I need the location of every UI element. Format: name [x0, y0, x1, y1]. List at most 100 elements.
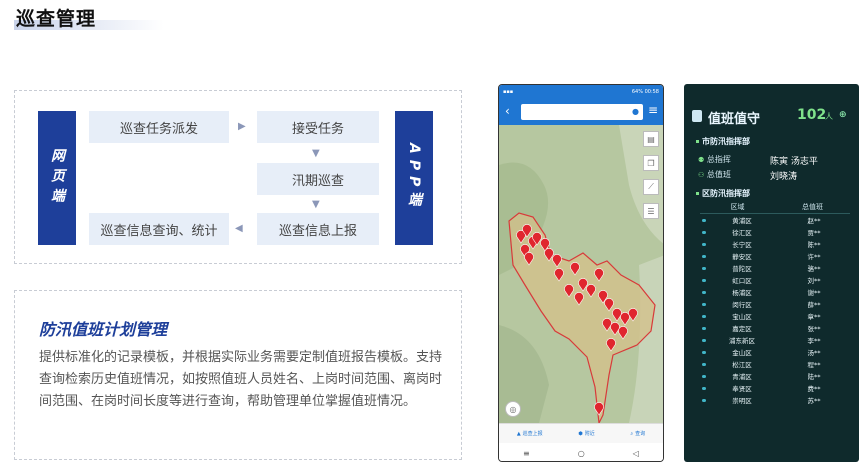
map-toolbar: ▤ ❐ ⟋ ☰: [643, 131, 659, 227]
phone-mockup: ▪▪▪ 64% 00:58 ‹ ● ≡ ▤ ❐ ⟋ ☰ ◎ ▲ 巡查上报 ⬢ 附近 …: [498, 84, 664, 462]
list-icon[interactable]: ☰: [643, 203, 659, 219]
duty-panel: 值班值守 102 人 ⊕ 市防汛指挥部 ⚉ 总指挥 陈寅 汤志平 ⚇ 总值班 刘…: [684, 84, 859, 462]
signal-icon: ▪▪▪: [503, 89, 514, 95]
copy-icon[interactable]: ❐: [643, 155, 659, 171]
duty-officer-cell: 程**: [807, 361, 821, 369]
layers-icon[interactable]: ▤: [643, 131, 659, 147]
arrow-right-icon: ▶: [238, 121, 246, 132]
leader-row: ⚉ 总指挥 陈寅 汤志平: [698, 155, 818, 167]
table-row: 徐汇区 贾**: [700, 226, 850, 238]
menu-icon[interactable]: ≡: [648, 103, 658, 117]
duty-officer-cell: 陈**: [807, 241, 821, 249]
app-bar: ‹ ● ≡: [499, 99, 663, 125]
duty-officer-cell: 赵**: [807, 217, 821, 225]
table-row: 浦东新区 李**: [700, 334, 850, 346]
arrow-down-icon: ▼: [312, 199, 320, 210]
app-side-tag: APP端: [395, 111, 433, 245]
duty-officer-cell: 刘**: [807, 277, 821, 285]
table-row: 杨浦区 谢**: [700, 286, 850, 298]
duty-table: 区域 总值班 黄浦区 赵** 徐汇区 贾** 长宁区 陈** 静安区 许** 普陀区 骆** 虹口区…: [700, 202, 850, 406]
district-cell: 黄浦区: [732, 217, 752, 225]
step-accept: 接受任务: [257, 111, 379, 143]
table-row: 普陀区 骆**: [700, 262, 850, 274]
map-view[interactable]: ▤ ❐ ⟋ ☰ ◎: [499, 125, 663, 423]
step-report: 巡查信息上报: [257, 213, 379, 245]
status-time: 00:58: [644, 89, 659, 95]
district-cell: 金山区: [732, 349, 752, 357]
tab-query[interactable]: ⌕ 查询: [630, 430, 645, 438]
system-nav-bar: ≡ ○ ◁: [499, 443, 663, 461]
workflow-diagram: 网页端 APP端 巡查任务派发 ▶ 接受任务 ▼ 汛期巡查 ▼ 巡查信息上报 ◀…: [14, 90, 462, 264]
duty-icon: [692, 110, 702, 122]
table-row: 黄浦区 赵**: [700, 214, 850, 226]
district-cell: 长宁区: [732, 241, 752, 249]
table-row: 金山区 汤**: [700, 346, 850, 358]
mic-icon[interactable]: ●: [632, 107, 639, 116]
arrow-down-icon: ▼: [312, 148, 320, 159]
duty-officer-cell: 许**: [807, 253, 821, 261]
ruler-icon[interactable]: ⟋: [643, 179, 659, 195]
district-cell: 浦东新区: [729, 337, 755, 345]
duty-officer-cell: 陆**: [807, 373, 821, 381]
warning-icon: ▲: [516, 430, 521, 437]
tab-report[interactable]: ▲ 巡查上报: [516, 430, 543, 438]
district-cell: 奉贤区: [732, 385, 752, 393]
table-header: 区域 总值班: [700, 202, 850, 214]
description-panel: 防汛值班计划管理 提供标准化的记录模板，并根据实际业务需要定制值班报告模板。支持…: [14, 290, 462, 460]
duty-officer-cell: 薛**: [807, 301, 821, 309]
step-flood-patrol: 汛期巡查: [257, 163, 379, 195]
zoom-icon[interactable]: ⊕: [839, 110, 847, 120]
table-row: 静安区 许**: [700, 250, 850, 262]
district-cell: 普陀区: [732, 265, 752, 273]
table-row: 虹口区 刘**: [700, 274, 850, 286]
table-row: 长宁区 陈**: [700, 238, 850, 250]
district-cell: 徐汇区: [732, 229, 752, 237]
bottom-tab-bar: ▲ 巡查上报 ⬢ 附近 ⌕ 查询: [499, 423, 663, 443]
duty-officer-cell: 费**: [807, 385, 821, 393]
duty-officer-cell: 李**: [807, 337, 821, 345]
map-canvas: [499, 125, 663, 423]
district-cell: 闵行区: [732, 301, 752, 309]
nav-back-icon[interactable]: ◁: [633, 449, 639, 458]
district-section-title: 区防汛指挥部: [696, 188, 750, 199]
description-title: 防汛值班计划管理: [39, 320, 168, 339]
table-row: 青浦区 陆**: [700, 370, 850, 382]
duty-count-unit: 人: [825, 112, 833, 121]
nav-menu-icon[interactable]: ≡: [523, 449, 530, 458]
table-row: 松江区 程**: [700, 358, 850, 370]
district-cell: 虹口区: [732, 277, 752, 285]
tab-nearby[interactable]: ⬢ 附近: [578, 430, 594, 438]
district-cell: 松江区: [732, 361, 752, 369]
city-section-title: 市防汛指挥部: [696, 136, 750, 147]
duty-officer-cell: 张**: [807, 325, 821, 333]
duty-header: 值班值守 102 人 ⊕: [684, 106, 859, 128]
people-icon: ⚉: [698, 156, 705, 164]
battery-level: 64%: [631, 89, 643, 95]
district-cell: 青浦区: [732, 373, 752, 381]
web-side-tag: 网页端: [38, 111, 76, 245]
page-title: 巡查管理: [16, 8, 97, 30]
district-cell: 宝山区: [732, 313, 752, 321]
back-arrow-icon[interactable]: ‹: [505, 104, 510, 118]
arrow-left-icon: ◀: [235, 223, 243, 234]
district-cell: 崇明区: [732, 397, 752, 405]
bullet-icon: [696, 140, 699, 143]
district-cell: 静安区: [732, 253, 752, 261]
search-icon: ⌕: [630, 430, 634, 437]
table-row: 崇明区 苏**: [700, 394, 850, 406]
duty-officer-cell: 苏**: [807, 397, 821, 405]
leader-row: ⚇ 总值班 刘晓涛: [698, 170, 798, 182]
table-row: 嘉定区 张**: [700, 322, 850, 334]
nav-home-icon[interactable]: ○: [578, 449, 585, 458]
bullet-icon: [696, 192, 699, 195]
locate-icon[interactable]: ◎: [505, 401, 521, 417]
district-cell: 嘉定区: [732, 325, 752, 333]
duty-officer-cell: 章**: [807, 313, 821, 321]
duty-title: 值班值守: [708, 112, 761, 127]
person-icon: ⚇: [698, 171, 705, 179]
step-dispatch: 巡查任务派发: [89, 111, 229, 143]
search-input[interactable]: ●: [521, 104, 643, 120]
table-row: 宝山区 章**: [700, 310, 850, 322]
description-text: 提供标准化的记录模板，并根据实际业务需要定制值班报告模板。支持查询检索历史值班情…: [39, 350, 443, 409]
district-cell: 杨浦区: [732, 289, 752, 297]
